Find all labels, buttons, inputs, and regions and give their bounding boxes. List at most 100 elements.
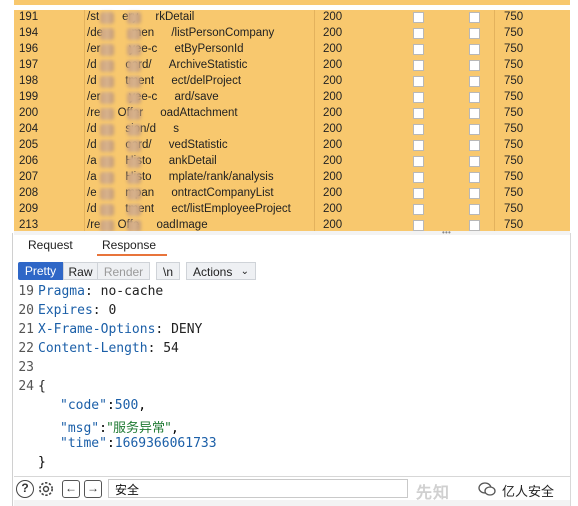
header-name: Expires	[38, 303, 93, 318]
row-checkbox[interactable]	[469, 44, 480, 55]
row-checkbox[interactable]	[469, 60, 480, 71]
message-tabs: Request Response	[14, 235, 570, 257]
row-checkbox[interactable]	[469, 140, 480, 151]
redaction-blur	[100, 28, 114, 40]
header-name: Pragma	[38, 284, 85, 299]
row-checkbox[interactable]	[413, 108, 424, 119]
json-line-time: "time":1669366061733	[60, 436, 217, 451]
table-row[interactable]: 204/d sion/d s200750	[14, 122, 570, 138]
row-number: 204	[19, 123, 39, 135]
table-row[interactable]: 199/er yee-c ard/save 200 750	[14, 90, 570, 106]
line-number: 22	[18, 341, 34, 356]
row-checkbox[interactable]	[413, 156, 424, 167]
column-divider	[314, 186, 315, 202]
row-checkbox[interactable]	[469, 12, 480, 23]
table-row[interactable]: 194/de men /listPersonCompany 200 750	[14, 26, 570, 42]
table-row[interactable]: 197/d oard/ ArchiveStatistic 200 750	[14, 58, 570, 74]
row-checkbox[interactable]	[469, 156, 480, 167]
row-checkbox[interactable]	[469, 76, 480, 87]
line-number: 21	[18, 322, 34, 337]
row-checkbox[interactable]	[413, 60, 424, 71]
pretty-button[interactable]: Pretty	[18, 262, 63, 280]
row-number: 199	[19, 91, 39, 103]
row-checkbox[interactable]	[469, 172, 480, 183]
line-number: 23	[18, 360, 34, 375]
results-table[interactable]: 191/st ery rkDetail200750194/de men /lis…	[0, 0, 578, 233]
column-divider	[84, 186, 85, 202]
row-checkbox[interactable]	[413, 204, 424, 215]
redaction-blur	[100, 76, 114, 88]
row-checkbox[interactable]	[469, 204, 480, 215]
tab-request[interactable]: Request	[28, 238, 73, 252]
row-checkbox[interactable]	[469, 220, 480, 231]
row-checkbox[interactable]	[413, 92, 424, 103]
table-row[interactable]: 198/d tment ect/delProject 200 750	[14, 74, 570, 90]
header-name: X-Frame-Options	[38, 322, 156, 337]
row-checkbox[interactable]	[413, 140, 424, 151]
column-divider	[494, 74, 495, 90]
table-row[interactable]: 200/re Offer oadAttachment 200 750	[14, 106, 570, 122]
arrow-right-icon[interactable]: →	[84, 480, 102, 498]
column-divider	[84, 170, 85, 186]
column-divider	[84, 90, 85, 106]
row-checkbox[interactable]	[413, 188, 424, 199]
arrow-left-icon[interactable]: ←	[62, 480, 80, 498]
render-button[interactable]: Render	[98, 262, 150, 280]
row-checkbox[interactable]	[413, 124, 424, 135]
redaction-blur	[100, 60, 114, 72]
row-number: 198	[19, 75, 39, 87]
row-checkbox[interactable]	[413, 220, 424, 231]
redaction-blur	[127, 44, 141, 56]
chevron-down-icon: ⌄	[240, 266, 249, 277]
header-value: DENY	[171, 322, 203, 337]
row-checkbox[interactable]	[469, 108, 480, 119]
redaction-blur	[127, 28, 141, 40]
row-checkbox[interactable]	[413, 28, 424, 39]
table-row[interactable]: 205/d oard/ vedStatistic 200 750	[14, 138, 570, 154]
response-editor[interactable]: 19 Pragma: no-cache 20 Expires: 0 21 X-Frame-…	[14, 284, 570, 476]
table-top-strip	[14, 0, 570, 5]
column-divider	[314, 26, 315, 42]
table-row[interactable]: 209/d tment ect/listEmployeeProject 200 75…	[14, 202, 570, 218]
json-value-code: 500	[114, 398, 139, 413]
row-checkbox[interactable]	[469, 92, 480, 103]
row-length: 750	[504, 91, 524, 103]
line-number: 19	[18, 284, 34, 299]
column-divider	[494, 42, 495, 58]
row-status: 200	[323, 187, 343, 199]
redaction-blur	[100, 44, 114, 56]
row-checkbox[interactable]	[413, 12, 424, 23]
row-checkbox[interactable]	[413, 44, 424, 55]
table-row[interactable]: 196/er yee-c etByPersonId 200 750	[14, 42, 570, 58]
actions-dropdown[interactable]: Actions ⌄	[186, 262, 256, 280]
json-close-brace: }	[38, 455, 46, 470]
redaction-blur	[127, 60, 141, 72]
row-checkbox[interactable]	[413, 172, 424, 183]
search-input[interactable]: 安全	[108, 479, 408, 498]
column-divider	[494, 26, 495, 42]
table-row[interactable]: 207/a Histo mplate/rank/analysis 200 750	[14, 170, 570, 186]
newline-toggle-button[interactable]: \n	[156, 262, 180, 280]
json-line-msg: "msg":"服务异常",	[60, 421, 179, 436]
row-status: 200	[323, 43, 343, 55]
redaction-blur	[127, 156, 141, 168]
gear-icon[interactable]	[37, 480, 55, 498]
table-row[interactable]: 206/a Histo ankDetail 200 750	[14, 154, 570, 170]
redaction-blur	[127, 108, 141, 120]
redaction-blur	[127, 12, 141, 24]
line-number: 20	[18, 303, 34, 318]
row-checkbox[interactable]	[469, 28, 480, 39]
json-value-time: 1669366061733	[114, 436, 217, 451]
row-checkbox[interactable]	[469, 188, 480, 199]
row-checkbox[interactable]	[469, 124, 480, 135]
raw-button[interactable]: Raw	[63, 262, 98, 280]
column-divider	[494, 10, 495, 26]
table-row[interactable]: 208/e mpan ontractCompanyList 200 750	[14, 186, 570, 202]
row-checkbox[interactable]	[413, 76, 424, 87]
help-icon[interactable]: ?	[16, 480, 34, 498]
row-number: 200	[19, 107, 39, 119]
tab-response[interactable]: Response	[102, 238, 156, 252]
code-content: Pragma: no-cache	[38, 284, 164, 299]
row-url: /e mpan ontractCompanyList	[87, 187, 274, 199]
table-row[interactable]: 191/st ery rkDetail200750	[14, 10, 570, 26]
